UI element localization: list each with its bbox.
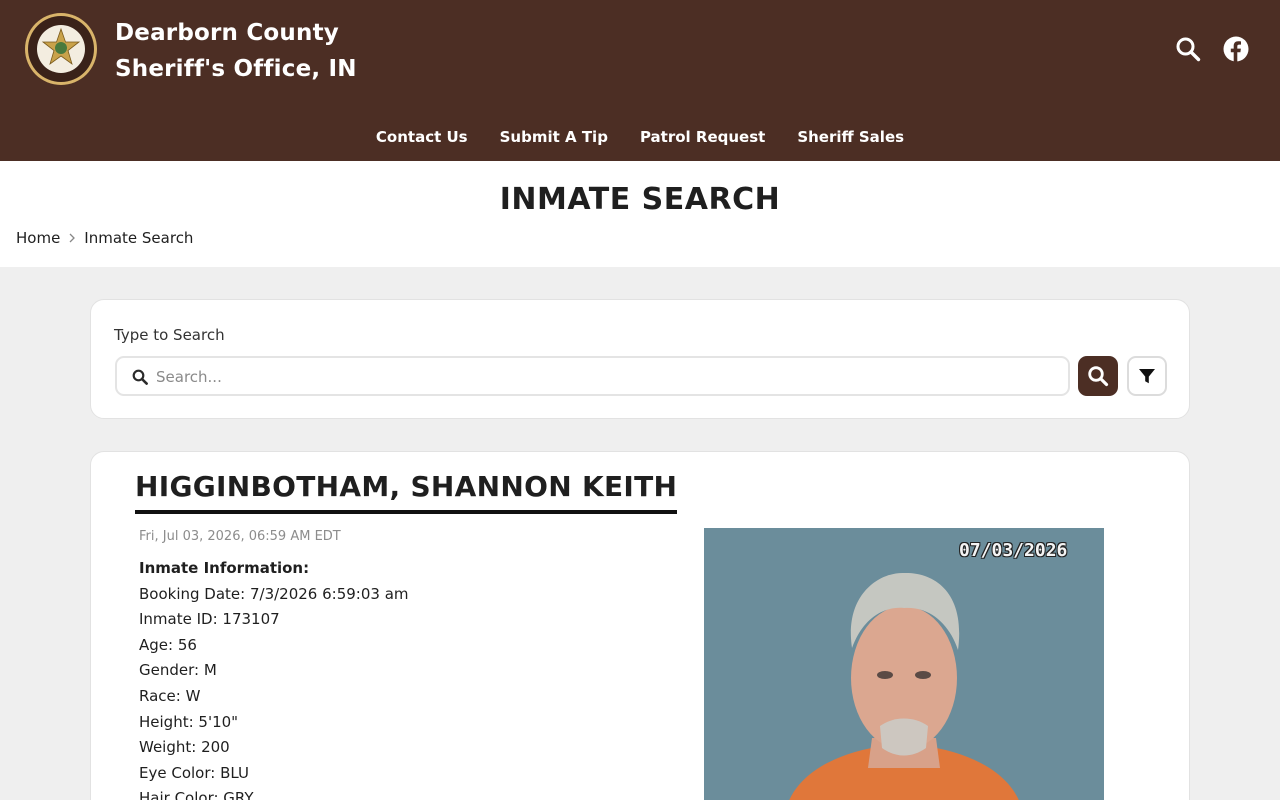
inmate-age: Age: 56 [139, 635, 197, 654]
search-icon [1088, 366, 1109, 387]
inmate-gender: Gender: M [139, 661, 217, 680]
filter-button[interactable] [1127, 356, 1167, 396]
inmate-race: Race: W [139, 686, 201, 705]
search-button[interactable] [1078, 356, 1118, 396]
sheriff-badge-logo[interactable] [24, 12, 98, 86]
breadcrumb-current: Inmate Search [84, 229, 194, 247]
chevron-right-icon [60, 233, 84, 243]
nav-sheriff-sales[interactable]: Sheriff Sales [797, 124, 904, 150]
site-header: Dearborn County Sheriff's Office, IN Con… [0, 0, 1280, 161]
nav-patrol-request[interactable]: Patrol Request [640, 124, 765, 150]
main-nav: Contact Us Submit A Tip Patrol Request S… [0, 124, 1280, 150]
search-box[interactable] [115, 356, 1070, 396]
search-input[interactable] [156, 365, 1056, 388]
breadcrumb-home[interactable]: Home [16, 229, 60, 247]
search-icon [132, 369, 148, 385]
inmate-height: Height: 5'10" [139, 712, 239, 731]
site-title-line-1: Dearborn County [115, 20, 339, 46]
inmate-result-card: HIGGINBOTHAM, SHANNON KEITH Fri, Jul 03,… [90, 451, 1190, 800]
search-icon[interactable] [1175, 36, 1201, 62]
filter-icon [1139, 369, 1155, 384]
search-label: Type to Search [114, 326, 225, 344]
inmate-name[interactable]: HIGGINBOTHAM, SHANNON KEITH [135, 468, 678, 514]
booking-date: Booking Date: 7/3/2026 6:59:03 am [139, 584, 409, 603]
inmate-id: Inmate ID: 173107 [139, 610, 280, 629]
search-card: Type to Search [90, 299, 1190, 419]
inmate-weight: Weight: 200 [139, 738, 230, 757]
page-title: INMATE SEARCH [499, 182, 781, 217]
facebook-icon[interactable] [1223, 36, 1249, 62]
nav-contact-us[interactable]: Contact Us [376, 124, 468, 150]
page-title-bar: INMATE SEARCH Home Inmate Search [0, 161, 1280, 267]
booking-timestamp: Fri, Jul 03, 2026, 06:59 AM EDT [139, 529, 341, 544]
site-title[interactable]: Dearborn County Sheriff's Office, IN [115, 15, 357, 87]
inmate-eye-color: Eye Color: BLU [139, 763, 249, 782]
site-title-line-2: Sheriff's Office, IN [115, 56, 357, 82]
mugshot-date-stamp: 07/03/2026 [959, 540, 1068, 561]
inmate-info-heading: Inmate Information: [139, 559, 310, 577]
inmate-hair-color: Hair Color: GRY [139, 789, 254, 800]
mugshot-photo [704, 528, 1104, 800]
inmate-info: Inmate Information: Booking Date: 7/3/20… [139, 556, 409, 800]
inmate-mugshot[interactable]: 07/03/2026 [704, 528, 1104, 800]
nav-submit-a-tip[interactable]: Submit A Tip [500, 124, 608, 150]
breadcrumb: Home Inmate Search [16, 227, 193, 249]
